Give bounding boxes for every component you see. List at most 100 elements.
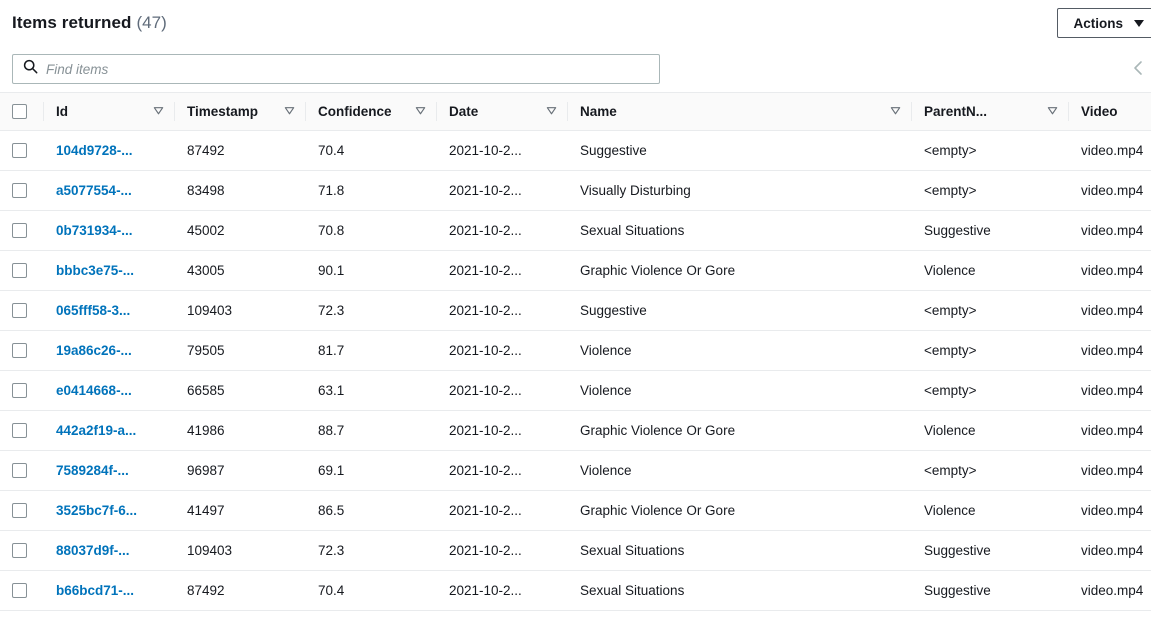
cell-confidence: 81.7 bbox=[306, 330, 437, 371]
checkbox-unchecked-icon[interactable] bbox=[12, 223, 27, 238]
cell-video: video.mp4 bbox=[1069, 130, 1151, 171]
row-select-cell bbox=[0, 130, 44, 171]
item-id-link[interactable]: 7589284f-... bbox=[56, 463, 129, 478]
cell-timestamp: 41986 bbox=[175, 410, 306, 451]
checkbox-unchecked-icon[interactable] bbox=[12, 263, 27, 278]
item-id-link[interactable]: b66bcd71-... bbox=[56, 583, 134, 598]
cell-name: Sexual Situations bbox=[568, 570, 912, 611]
column-header-parentname[interactable]: ParentN... bbox=[912, 92, 1069, 131]
cell-video: video.mp4 bbox=[1069, 530, 1151, 571]
item-id-link[interactable]: a5077554-... bbox=[56, 183, 132, 198]
checkbox-unchecked-icon[interactable] bbox=[12, 343, 27, 358]
cell-confidence: 71.8 bbox=[306, 170, 437, 211]
row-select-cell bbox=[0, 250, 44, 291]
table-row[interactable]: 88037d9f-... 109403 72.3 2021-10-2... Sexual… bbox=[0, 530, 1151, 571]
previous-page-button[interactable] bbox=[1127, 57, 1149, 79]
items-count: (47) bbox=[136, 13, 167, 32]
item-id-link[interactable]: e0414668-... bbox=[56, 383, 132, 398]
cell-parentname: Violence bbox=[912, 250, 1069, 291]
column-header-id[interactable]: Id bbox=[44, 92, 175, 131]
actions-button[interactable]: Actions bbox=[1057, 8, 1151, 38]
sort-descending-icon bbox=[152, 104, 165, 120]
cell-name: Violence bbox=[568, 330, 912, 371]
table-row[interactable]: 442a2f19-a... 41986 88.7 2021-10-2... Graphi… bbox=[0, 410, 1151, 451]
cell-name: Graphic Violence Or Gore bbox=[568, 250, 912, 291]
column-header-label: Video bbox=[1081, 104, 1118, 119]
cell-parentname: <empty> bbox=[912, 370, 1069, 411]
cell-timestamp: 109403 bbox=[175, 290, 306, 331]
checkbox-unchecked-icon[interactable] bbox=[12, 104, 27, 119]
table-row[interactable]: 7589284f-... 96987 69.1 2021-10-2... Violenc… bbox=[0, 450, 1151, 491]
table-row[interactable]: 3525bc7f-6... 41497 86.5 2021-10-2... Graphi… bbox=[0, 490, 1151, 531]
row-select-cell bbox=[0, 210, 44, 251]
item-id-link[interactable]: 442a2f19-a... bbox=[56, 423, 136, 438]
select-all-header bbox=[0, 92, 44, 131]
cell-id: 3525bc7f-6... bbox=[44, 490, 175, 531]
table-row[interactable]: bbbc3e75-... 43005 90.1 2021-10-2... Graphic… bbox=[0, 250, 1151, 291]
cell-confidence: 70.4 bbox=[306, 570, 437, 611]
checkbox-unchecked-icon[interactable] bbox=[12, 183, 27, 198]
sort-descending-icon bbox=[283, 104, 296, 120]
cell-date: 2021-10-2... bbox=[437, 170, 568, 211]
cell-date: 2021-10-2... bbox=[437, 210, 568, 251]
item-id-link[interactable]: 0b731934-... bbox=[56, 223, 133, 238]
item-id-link[interactable]: bbbc3e75-... bbox=[56, 263, 134, 278]
cell-date: 2021-10-2... bbox=[437, 130, 568, 171]
column-header-timestamp[interactable]: Timestamp bbox=[175, 92, 306, 131]
cell-parentname: Violence bbox=[912, 410, 1069, 451]
column-header-date[interactable]: Date bbox=[437, 92, 568, 131]
item-id-link[interactable]: 065fff58-3... bbox=[56, 303, 130, 318]
cell-parentname: Violence bbox=[912, 490, 1069, 531]
checkbox-unchecked-icon[interactable] bbox=[12, 543, 27, 558]
cell-parentname: <empty> bbox=[912, 450, 1069, 491]
items-table: Id Timestamp Confidence Date Name Parent… bbox=[0, 92, 1151, 611]
actions-button-label: Actions bbox=[1073, 15, 1123, 31]
item-id-link[interactable]: 19a86c26-... bbox=[56, 343, 132, 358]
search-box[interactable] bbox=[12, 54, 660, 84]
table-row[interactable]: e0414668-... 66585 63.1 2021-10-2... Violenc… bbox=[0, 370, 1151, 411]
checkbox-unchecked-icon[interactable] bbox=[12, 303, 27, 318]
checkbox-unchecked-icon[interactable] bbox=[12, 383, 27, 398]
cell-video: video.mp4 bbox=[1069, 170, 1151, 211]
table-row[interactable]: 0b731934-... 45002 70.8 2021-10-2... Sexual … bbox=[0, 210, 1151, 251]
row-select-cell bbox=[0, 330, 44, 371]
row-select-cell bbox=[0, 490, 44, 531]
table-row[interactable]: 104d9728-... 87492 70.4 2021-10-2... Suggest… bbox=[0, 130, 1151, 171]
table-row[interactable]: 19a86c26-... 79505 81.7 2021-10-2... Violenc… bbox=[0, 330, 1151, 371]
cell-id: bbbc3e75-... bbox=[44, 250, 175, 291]
cell-timestamp: 87492 bbox=[175, 570, 306, 611]
cell-date: 2021-10-2... bbox=[437, 250, 568, 291]
column-header-confidence[interactable]: Confidence bbox=[306, 92, 437, 131]
table-row[interactable]: 065fff58-3... 109403 72.3 2021-10-2... Sugge… bbox=[0, 290, 1151, 331]
cell-date: 2021-10-2... bbox=[437, 490, 568, 531]
checkbox-unchecked-icon[interactable] bbox=[12, 423, 27, 438]
search-input[interactable] bbox=[46, 56, 659, 82]
cell-parentname: <empty> bbox=[912, 170, 1069, 211]
cell-name: Suggestive bbox=[568, 290, 912, 331]
column-header-label: Date bbox=[449, 104, 479, 119]
row-select-cell bbox=[0, 570, 44, 611]
cell-id: 442a2f19-a... bbox=[44, 410, 175, 451]
column-header-name[interactable]: Name bbox=[568, 92, 912, 131]
items-table-panel: Items returned (47) Actions Find items I… bbox=[0, 0, 1151, 624]
panel-header: Items returned (47) Actions bbox=[0, 0, 1151, 46]
cell-timestamp: 109403 bbox=[175, 530, 306, 571]
cell-date: 2021-10-2... bbox=[437, 290, 568, 331]
column-header-video[interactable]: Video bbox=[1069, 92, 1151, 131]
checkbox-unchecked-icon[interactable] bbox=[12, 463, 27, 478]
row-select-cell bbox=[0, 450, 44, 491]
cell-timestamp: 66585 bbox=[175, 370, 306, 411]
cell-video: video.mp4 bbox=[1069, 210, 1151, 251]
checkbox-unchecked-icon[interactable] bbox=[12, 503, 27, 518]
table-row[interactable]: b66bcd71-... 87492 70.4 2021-10-2... Sexual … bbox=[0, 570, 1151, 611]
cell-name: Violence bbox=[568, 370, 912, 411]
table-body: 104d9728-... 87492 70.4 2021-10-2... Suggest… bbox=[0, 130, 1151, 611]
checkbox-unchecked-icon[interactable] bbox=[12, 583, 27, 598]
item-id-link[interactable]: 3525bc7f-6... bbox=[56, 503, 137, 518]
item-id-link[interactable]: 88037d9f-... bbox=[56, 543, 130, 558]
item-id-link[interactable]: 104d9728-... bbox=[56, 143, 133, 158]
table-row[interactable]: a5077554-... 83498 71.8 2021-10-2... Visuall… bbox=[0, 170, 1151, 211]
cell-id: b66bcd71-... bbox=[44, 570, 175, 611]
cell-date: 2021-10-2... bbox=[437, 570, 568, 611]
checkbox-unchecked-icon[interactable] bbox=[12, 143, 27, 158]
